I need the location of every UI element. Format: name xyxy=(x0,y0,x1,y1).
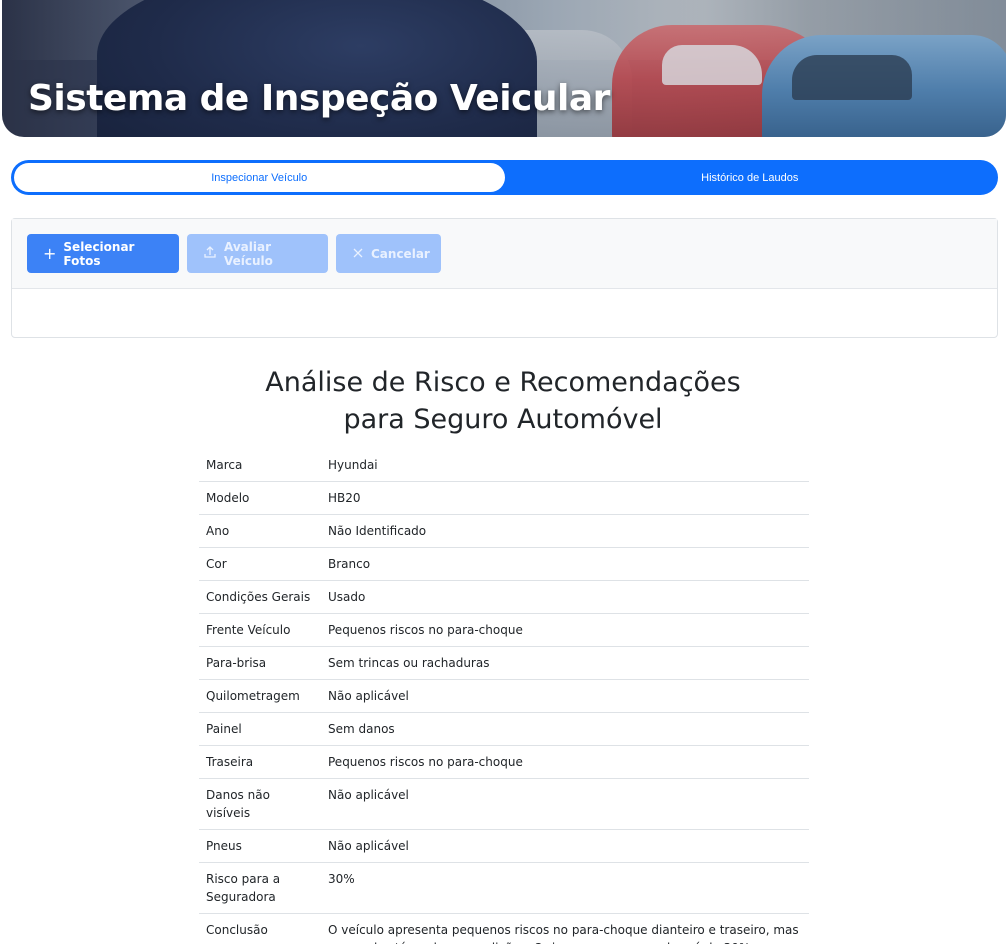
cancel-label: Cancelar xyxy=(371,246,430,261)
row-label: Marca xyxy=(199,449,321,482)
row-value: Branco xyxy=(321,547,809,581)
row-value: Não aplicável xyxy=(321,679,809,713)
table-row: Quilometragem Não aplicável xyxy=(199,679,809,713)
report-table: Marca Hyundai Modelo HB20 Ano Não Identificad… xyxy=(199,449,809,944)
table-row: Condições Gerais Usado xyxy=(199,580,809,614)
row-label: Danos não visíveis xyxy=(199,778,321,830)
row-value: Pequenos riscos no para-choque xyxy=(321,745,809,779)
report-title-line: para Seguro Automóvel xyxy=(343,404,663,435)
banner-car-window xyxy=(662,45,762,85)
upload-icon xyxy=(203,245,217,262)
plus-icon: + xyxy=(43,243,57,263)
page-title: Sistema de Inspeção Veicular xyxy=(28,78,610,119)
row-value: Usado xyxy=(321,580,809,614)
row-value: Sem trincas ou rachaduras xyxy=(321,646,809,680)
row-label: Painel xyxy=(199,712,321,746)
report-title: Análise de Risco e Recomendações para Se… xyxy=(0,364,1006,438)
evaluate-vehicle-label: Avaliar Veículo xyxy=(224,239,273,268)
tab-bar: Inspecionar Veículo Histórico de Laudos xyxy=(11,160,998,195)
table-row: Pneus Não aplicável xyxy=(199,829,809,863)
table-row: Danos não visíveis Não aplicável xyxy=(199,778,809,830)
row-label: Ano xyxy=(199,514,321,548)
header-banner: Sistema de Inspeção Veicular xyxy=(2,0,1006,137)
cancel-button[interactable]: Cancelar xyxy=(336,234,441,273)
report-title-line: Análise de Risco e Recomendações xyxy=(265,367,741,398)
table-row: Traseira Pequenos riscos no para-choque xyxy=(199,745,809,779)
close-icon xyxy=(352,246,364,262)
row-label: Modelo xyxy=(199,481,321,515)
table-row: Cor Branco xyxy=(199,547,809,581)
table-row: Ano Não Identificado xyxy=(199,514,809,548)
row-label: Traseira xyxy=(199,745,321,779)
row-label: Condições Gerais xyxy=(199,580,321,614)
row-label: Frente Veículo xyxy=(199,613,321,647)
evaluate-vehicle-button[interactable]: Avaliar Veículo xyxy=(187,234,328,273)
row-label: Quilometragem xyxy=(199,679,321,713)
table-row: Risco para a Seguradora 30% xyxy=(199,862,809,914)
select-photos-button[interactable]: + Selecionar Fotos xyxy=(27,234,179,273)
upload-panel: + Selecionar Fotos Avaliar Veículo Cance… xyxy=(11,218,998,338)
row-value: 30% xyxy=(321,862,809,914)
table-row: Conclusão O veículo apresenta pequenos ri… xyxy=(199,913,809,944)
tab-inspecionar-veiculo[interactable]: Inspecionar Veículo xyxy=(14,163,505,192)
row-label: Conclusão xyxy=(199,913,321,944)
tab-historico-de-laudos[interactable]: Histórico de Laudos xyxy=(505,163,996,192)
row-value: Sem danos xyxy=(321,712,809,746)
table-row: Para-brisa Sem trincas ou rachaduras xyxy=(199,646,809,680)
row-value: Hyundai xyxy=(321,449,809,482)
row-value: O veículo apresenta pequenos riscos no p… xyxy=(321,913,809,944)
select-photos-label: Selecionar Fotos xyxy=(63,239,135,268)
upload-toolbar: + Selecionar Fotos Avaliar Veículo Cance… xyxy=(12,219,997,289)
row-value: Pequenos riscos no para-choque xyxy=(321,613,809,647)
row-label: Cor xyxy=(199,547,321,581)
table-row: Marca Hyundai xyxy=(199,449,809,482)
row-label: Pneus xyxy=(199,829,321,863)
table-row: Painel Sem danos xyxy=(199,712,809,746)
row-value: HB20 xyxy=(321,481,809,515)
table-row: Frente Veículo Pequenos riscos no para-ch… xyxy=(199,613,809,647)
table-row: Modelo HB20 xyxy=(199,481,809,515)
row-value: Não Identificado xyxy=(321,514,809,548)
row-value: Não aplicável xyxy=(321,829,809,863)
row-label: Risco para a Seguradora xyxy=(199,862,321,914)
banner-car-window xyxy=(792,55,912,100)
row-value: Não aplicável xyxy=(321,778,809,830)
row-label: Para-brisa xyxy=(199,646,321,680)
